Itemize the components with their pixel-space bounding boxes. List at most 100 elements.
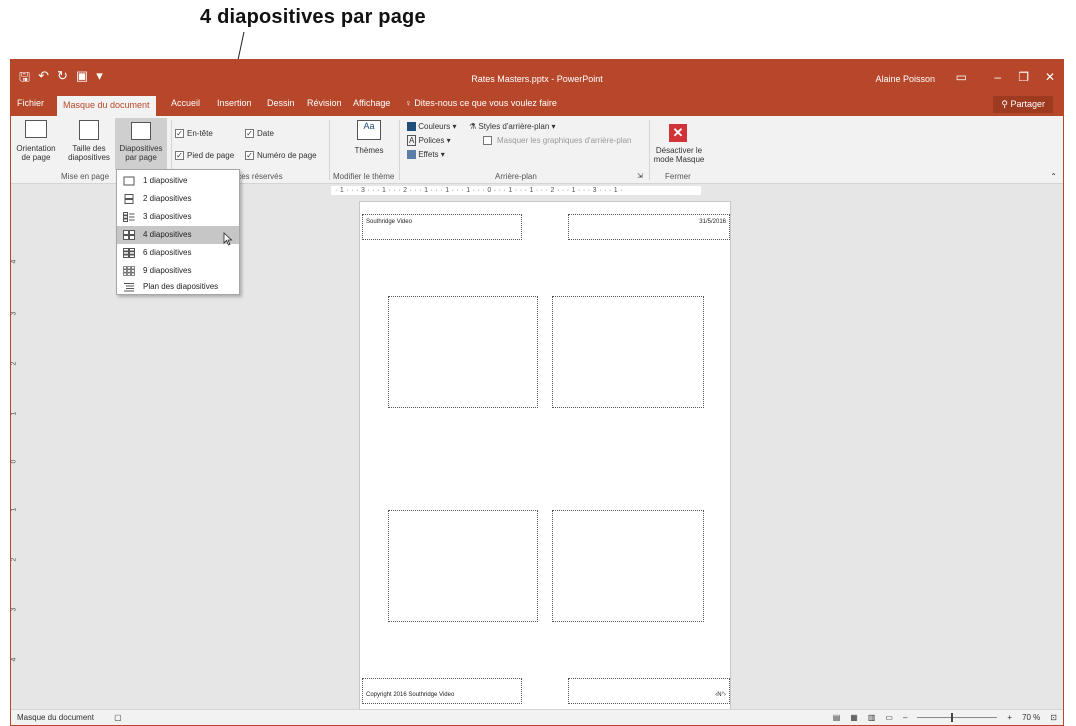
themes-icon[interactable]: Aa (357, 120, 381, 140)
ruler-tick: 1 (10, 507, 18, 512)
user-name[interactable]: Alaine Poisson (875, 74, 935, 84)
tab-insertion[interactable]: Insertion (217, 98, 252, 108)
tab-revision[interactable]: Révision (307, 98, 342, 108)
accessibility-icon[interactable]: ▢ (114, 713, 122, 722)
close-window-icon[interactable]: ✕ (1045, 70, 1055, 84)
zoom-in-icon[interactable]: + (1007, 713, 1012, 722)
ruler-tick: 3 (10, 311, 18, 316)
close-master-button[interactable]: Désactiver le mode Masque (651, 146, 707, 164)
ruler-tick: 2 (10, 557, 18, 562)
fonts-label: Polices (418, 136, 445, 145)
tab-dessin[interactable]: Dessin (267, 98, 295, 108)
nine-slides-icon (123, 266, 135, 276)
reading-view-icon[interactable]: ▥ (868, 713, 876, 722)
zoom-out-icon[interactable]: – (903, 713, 907, 722)
horizontal-ruler-scale: · 1 · · · 3 · · · 1 · · · 2 · · · 1 · · … (331, 186, 701, 195)
slide-size-label-1: Taille des (72, 144, 106, 153)
menu-item-outline[interactable]: Plan des diapositives (117, 280, 239, 296)
normal-view-icon[interactable]: ▤ (833, 713, 841, 722)
menu-item-2-slides[interactable]: 2 diapositives (117, 190, 239, 208)
menu-item-3-slides[interactable]: 3 diapositives (117, 208, 239, 226)
four-slides-icon (123, 230, 135, 240)
group-separator (329, 120, 330, 180)
group-arriere-plan: Arrière-plan (495, 172, 537, 181)
header-placeholder[interactable]: Southridge Video (362, 214, 522, 240)
group-separator (399, 120, 400, 180)
page-orientation-icon[interactable] (25, 120, 47, 138)
slides-per-page-label: Diapositives par page (115, 144, 167, 162)
effects-label: Effets (418, 150, 439, 159)
zoom-slider-thumb[interactable] (951, 713, 954, 722)
footer-checkbox[interactable]: ✓ (175, 151, 184, 160)
ruler-tick: 4 (10, 657, 18, 662)
tab-fichier[interactable]: Fichier (17, 98, 44, 108)
slide-size-button[interactable]: Taille des diapositives (63, 144, 115, 162)
date-checkbox[interactable]: ✓ (245, 129, 254, 138)
menu-item-1-slide[interactable]: 1 diapositive (117, 172, 239, 190)
group-mise-en-page: Mise en page (61, 172, 110, 181)
share-label: Partager (1010, 99, 1045, 109)
ribbon-display-icon[interactable]: ▭ (956, 70, 967, 84)
title-bar: 🖫 ↶ ↻ ▣ ▾ Rates Masters.pptx - PowerPoin… (11, 60, 1063, 94)
background-styles-button[interactable]: ⚗ Styles d'arrière-plan ▾ (469, 122, 556, 131)
tab-affichage[interactable]: Affichage (353, 98, 390, 108)
background-styles-icon: ⚗ (469, 122, 477, 131)
slide-slot-4[interactable] (552, 510, 704, 622)
ruler-tick: 4 (10, 259, 18, 264)
slide-slot-1[interactable] (388, 296, 538, 408)
handout-page[interactable]: Southridge Video 31/5/2016 Copyright 201… (359, 201, 731, 711)
slideshow-icon[interactable]: ▭ (885, 713, 893, 722)
menu-item-6-slides[interactable]: 6 diapositives (117, 244, 239, 262)
slides-per-page-label-1: Diapositives (119, 144, 163, 153)
slide-slot-3[interactable] (388, 510, 538, 622)
effects-button[interactable]: Effets ▾ (407, 150, 445, 160)
slide-size-icon[interactable] (79, 120, 99, 140)
close-master-icon[interactable]: ✕ (669, 124, 687, 142)
powerpoint-window: 🖫 ↶ ↻ ▣ ▾ Rates Masters.pptx - PowerPoin… (10, 59, 1064, 726)
effects-icon (407, 150, 416, 160)
fit-to-window-icon[interactable]: ⊡ (1050, 713, 1057, 722)
colors-button[interactable]: Couleurs ▾ (407, 122, 457, 132)
hide-background-graphics-checkbox[interactable] (483, 136, 492, 145)
background-styles-label: Styles d'arrière-plan (478, 122, 550, 131)
orientation-label-1: Orientation (16, 144, 56, 153)
group-modifier-theme: Modifier le thème (333, 172, 395, 181)
page-number-checkbox-label: Numéro de page (257, 151, 317, 160)
menu-item-label: 6 diapositives (143, 248, 192, 257)
zoom-level[interactable]: 70 % (1022, 713, 1040, 722)
minimize-icon[interactable]: – (994, 70, 1001, 84)
tab-accueil[interactable]: Accueil (171, 98, 200, 108)
zoom-slider[interactable] (917, 713, 998, 722)
ribbon-tabs: Fichier Masque du document Accueil Inser… (11, 94, 1063, 116)
status-bar: Masque du document ▢ ▤ ▦ ▥ ▭ – + 70 % ⊡ (11, 709, 1063, 725)
menu-item-9-slides[interactable]: 9 diapositives (117, 262, 239, 280)
footer-placeholder[interactable]: Copyright 2016 Southridge Video (362, 678, 522, 704)
slides-per-page-icon (131, 122, 151, 140)
status-mode: Masque du document ▢ (17, 713, 122, 722)
tell-me-label: Dites-nous ce que vous voulez faire (414, 98, 557, 108)
page-number-placeholder[interactable]: ‹N°› (568, 678, 730, 704)
menu-item-4-slides[interactable]: 4 diapositives (117, 226, 239, 246)
group-separator (649, 120, 650, 180)
header-checkbox[interactable]: ✓ (175, 129, 184, 138)
slide-slot-2[interactable] (552, 296, 704, 408)
tab-masque-du-document[interactable]: Masque du document (57, 96, 156, 116)
menu-item-label: Plan des diapositives (143, 282, 219, 291)
date-placeholder[interactable]: 31/5/2016 (568, 214, 730, 240)
screenshot-root: 4 diapositives par page 🖫 ↶ ↻ ▣ ▾ Rates … (0, 0, 1076, 726)
slide-sorter-icon[interactable]: ▦ (850, 713, 858, 722)
page-number-checkbox[interactable]: ✓ (245, 151, 254, 160)
dialog-launcher-icon[interactable]: ⇲ (637, 172, 643, 181)
fonts-button[interactable]: A Polices ▾ (407, 135, 451, 146)
tell-me-search[interactable]: ♀ Dites-nous ce que vous voulez faire (405, 98, 557, 108)
orientation-button[interactable]: Orientation de page (11, 144, 61, 162)
orientation-label-2: de page (21, 153, 51, 162)
restore-icon[interactable]: ❐ (1018, 70, 1029, 84)
share-button[interactable]: ⚲ Partager (993, 96, 1053, 113)
menu-item-label: 2 diapositives (143, 194, 192, 203)
menu-item-label: 4 diapositives (143, 230, 192, 239)
themes-button[interactable]: Thèmes (341, 146, 397, 155)
collapse-ribbon-icon[interactable]: ⌃ (1050, 172, 1057, 181)
colors-label: Couleurs (418, 122, 451, 131)
three-slides-icon (123, 212, 135, 222)
